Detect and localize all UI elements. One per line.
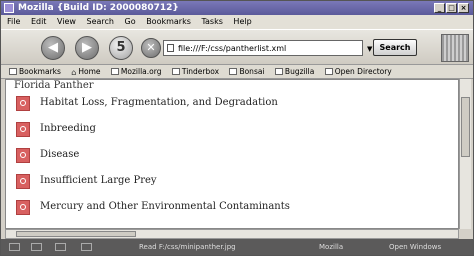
mail-icon[interactable] bbox=[31, 243, 42, 251]
page-heading: Florida Panther bbox=[14, 80, 94, 91]
page-icon bbox=[171, 68, 180, 75]
close-button[interactable]: × bbox=[458, 3, 469, 13]
panther-image-icon bbox=[16, 122, 30, 137]
stop-button[interactable]: ✕ bbox=[141, 38, 161, 58]
menu-go[interactable]: Go bbox=[125, 15, 136, 29]
title-bar: Mozilla {Build ID: 2000080712} _ □ × bbox=[1, 1, 473, 15]
bookmark-mozilla-org[interactable]: Mozilla.org bbox=[110, 65, 161, 78]
address-book-icon[interactable] bbox=[81, 243, 92, 251]
status-text: Read F:/css/minipanther.jpg bbox=[139, 243, 236, 251]
status-open-windows: Open Windows bbox=[389, 243, 442, 251]
search-button[interactable]: Search bbox=[373, 39, 417, 56]
url-input[interactable] bbox=[178, 41, 348, 55]
menu-bookmarks[interactable]: Bookmarks bbox=[146, 15, 191, 29]
bookmark-bonsai[interactable]: Bonsai bbox=[229, 65, 265, 78]
status-mozilla: Mozilla bbox=[319, 243, 344, 251]
back-button[interactable]: ◀ bbox=[41, 36, 65, 60]
minimize-button[interactable]: _ bbox=[434, 3, 445, 13]
forward-button[interactable]: ▶ bbox=[75, 36, 99, 60]
bookmark-bookmarks[interactable]: Bookmarks bbox=[9, 65, 61, 78]
throbber-icon[interactable] bbox=[441, 34, 469, 62]
page-icon bbox=[110, 68, 119, 75]
navigator-icon[interactable] bbox=[9, 243, 20, 251]
url-bar[interactable] bbox=[163, 40, 363, 56]
panther-image-icon bbox=[16, 174, 30, 189]
menu-bar: File Edit View Search Go Bookmarks Tasks… bbox=[1, 15, 473, 29]
maximize-button[interactable]: □ bbox=[446, 3, 457, 13]
navigation-toolbar: ◀ ▶ 5 ✕ ▼ Search bbox=[1, 29, 473, 65]
menu-help[interactable]: Help bbox=[233, 15, 251, 29]
mozilla-icon bbox=[4, 3, 14, 13]
vertical-scrollbar[interactable] bbox=[459, 79, 471, 229]
page-icon bbox=[274, 68, 283, 75]
bookmark-bugzilla[interactable]: Bugzilla bbox=[274, 65, 314, 78]
page-content: Florida Panther Habitat Loss, Fragmentat… bbox=[5, 79, 459, 229]
panther-image-icon bbox=[16, 200, 30, 215]
menu-edit[interactable]: Edit bbox=[31, 15, 47, 29]
menu-search[interactable]: Search bbox=[87, 15, 114, 29]
bookmark-home[interactable]: ⌂ Home bbox=[71, 65, 100, 78]
reload-button[interactable]: 5 bbox=[109, 36, 133, 60]
bookmark-open-directory[interactable]: Open Directory bbox=[324, 65, 392, 78]
composer-icon[interactable] bbox=[55, 243, 66, 251]
menu-tasks[interactable]: Tasks bbox=[201, 15, 222, 29]
url-dropdown-icon[interactable]: ▼ bbox=[367, 45, 372, 53]
window-title: Mozilla {Build ID: 2000080712} bbox=[18, 3, 179, 13]
panther-image-icon bbox=[16, 148, 30, 163]
window-controls: _ □ × bbox=[433, 3, 469, 13]
folder-icon bbox=[9, 68, 17, 75]
page-icon bbox=[167, 44, 174, 52]
scrollbar-thumb[interactable] bbox=[461, 97, 470, 157]
menu-file[interactable]: File bbox=[7, 15, 20, 29]
scrollbar-thumb[interactable] bbox=[16, 231, 136, 237]
bookmarks-toolbar: Bookmarks ⌂ Home Mozilla.org Tinderbox Bo… bbox=[1, 65, 473, 79]
page-icon bbox=[229, 68, 238, 75]
status-bar: Read F:/css/minipanther.jpg Mozilla Open… bbox=[1, 239, 473, 255]
horizontal-scrollbar[interactable] bbox=[5, 229, 459, 239]
panther-image-icon bbox=[16, 96, 30, 111]
browser-window: Mozilla {Build ID: 2000080712} _ □ × File … bbox=[0, 0, 474, 256]
page-icon bbox=[324, 68, 333, 75]
menu-view[interactable]: View bbox=[57, 15, 76, 29]
home-icon: ⌂ bbox=[71, 68, 77, 77]
bookmark-tinderbox[interactable]: Tinderbox bbox=[171, 65, 219, 78]
